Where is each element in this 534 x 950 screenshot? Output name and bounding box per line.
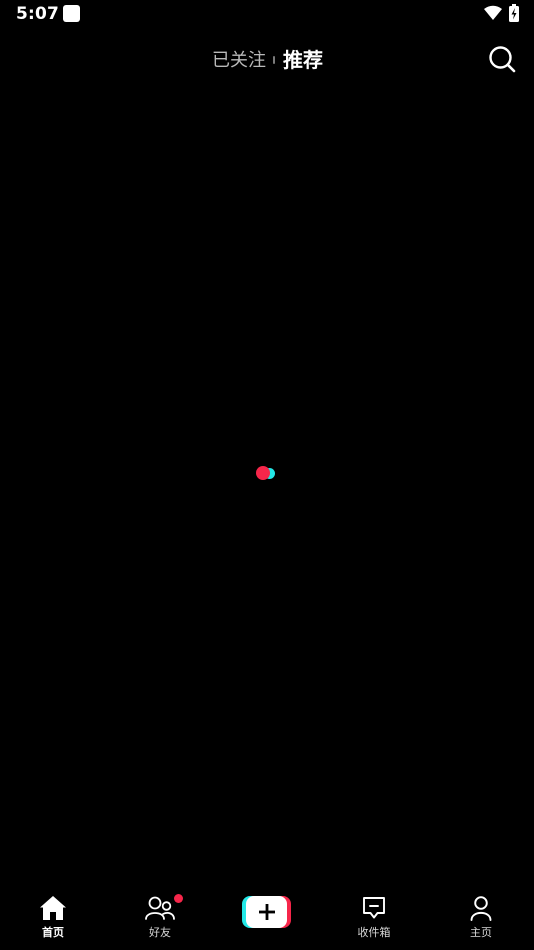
nav-item-inbox[interactable]: 收件箱 bbox=[321, 886, 427, 950]
nav-item-home[interactable]: 首页 bbox=[0, 886, 106, 950]
loading-dot-red bbox=[256, 466, 270, 480]
search-icon[interactable] bbox=[488, 45, 516, 73]
nav-label-inbox: 收件箱 bbox=[357, 926, 391, 939]
create-plus-icon bbox=[246, 896, 287, 928]
inbox-icon bbox=[363, 897, 385, 919]
tab-separator bbox=[273, 56, 275, 64]
battery-charging-icon bbox=[509, 4, 519, 22]
nav-label-friends: 好友 bbox=[149, 926, 171, 939]
profile-icon bbox=[470, 896, 492, 921]
home-icon bbox=[40, 896, 66, 920]
app-notification-icon bbox=[63, 5, 80, 22]
friends-notification-badge bbox=[174, 894, 183, 903]
tab-following[interactable]: 已关注 bbox=[212, 46, 266, 72]
tab-recommend[interactable]: 推荐 bbox=[283, 44, 323, 73]
loading-indicator bbox=[256, 466, 278, 480]
bottom-nav: 首页 好友 收件箱 主页 bbox=[0, 886, 534, 950]
nav-item-friends[interactable]: 好友 bbox=[107, 886, 213, 950]
friends-icon bbox=[145, 896, 175, 920]
nav-label-home: 首页 bbox=[42, 926, 64, 939]
top-nav: 已关注 推荐 bbox=[0, 40, 534, 76]
status-time: 5:07 bbox=[16, 4, 60, 24]
status-bar: 5:07 bbox=[0, 0, 534, 28]
nav-label-profile: 主页 bbox=[470, 926, 492, 939]
nav-item-profile[interactable]: 主页 bbox=[428, 886, 534, 950]
wifi-icon bbox=[484, 5, 502, 20]
create-button[interactable] bbox=[242, 896, 291, 928]
